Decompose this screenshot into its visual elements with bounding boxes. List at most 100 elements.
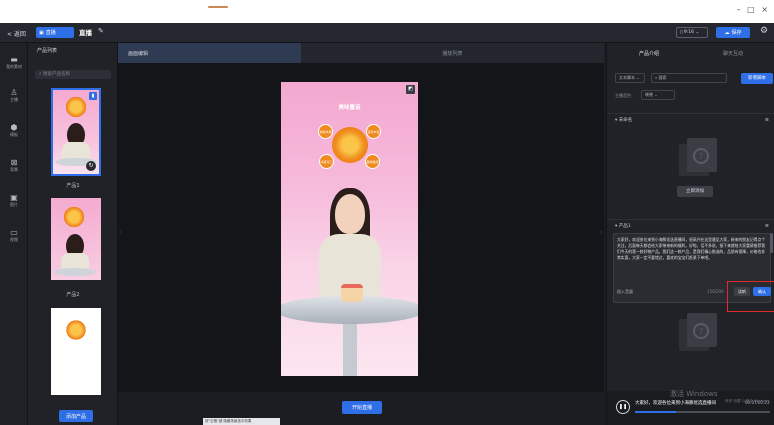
screenshot-icon[interactable]: ◩ (406, 85, 415, 94)
folder-icon: ▬ (10, 55, 18, 64)
section-menu-icon[interactable]: ▪ (765, 222, 769, 229)
tab-canvas-edit[interactable]: 画面编辑 (118, 43, 301, 63)
background-icon: ⊠ (10, 158, 18, 167)
product-label-1: 产品1 (66, 183, 80, 189)
cloud-icon: ☁ (724, 29, 730, 36)
select-value: 晓晓 (645, 92, 653, 97)
back-button[interactable]: < 返回 (7, 29, 26, 38)
tab-chat-interaction[interactable]: 聊天互动 (691, 43, 774, 63)
template-icon: ⬢ (10, 123, 18, 132)
host-voice-label: 主播音色： (615, 93, 635, 98)
nav-label: 背景 (10, 167, 18, 172)
save-button[interactable]: ☁ 保存 (716, 27, 750, 38)
nav-item-image[interactable]: ▣ 图片 (0, 193, 28, 208)
question-icon: ? (693, 148, 709, 164)
collapse-right-icon[interactable]: › (600, 229, 602, 236)
insert-volume-select[interactable]: 插入音量 (617, 289, 633, 295)
product-thumb-1[interactable]: ▮ ↻ (51, 88, 101, 176)
nav-label: 图片 (10, 202, 18, 207)
product-label-2: 产品2 (66, 292, 80, 298)
section-title: 未命名 (618, 118, 633, 123)
phone-icon: ▯ (680, 30, 683, 35)
resolution-select[interactable]: ▯ 9:16 ⌄ (676, 27, 708, 38)
char-counter: 156/200 (707, 289, 724, 294)
project-name: 直播 (79, 29, 92, 37)
orange-graphic (65, 96, 87, 118)
empty-placeholder: ? (679, 313, 719, 353)
person-icon: ♙ (10, 88, 18, 97)
script-search-input[interactable]: ⌕ 搜索 (651, 73, 727, 83)
tab-product-intro[interactable]: 产品介绍 (607, 43, 691, 63)
live-badge: ▣ 直播 (36, 27, 74, 38)
nav-item-video[interactable]: ▭ 视频 (0, 228, 28, 243)
host-voice-select[interactable]: 晓晓 ⌄ (641, 90, 675, 100)
new-script-button[interactable]: 新增脚本 (741, 73, 773, 84)
nav-label: 我的素材 (6, 64, 22, 69)
add-now-button[interactable]: 立即添加 (677, 186, 713, 197)
section-menu-icon[interactable]: ▪ (765, 116, 769, 123)
refresh-icon[interactable]: ↻ (86, 161, 96, 171)
confirm-button[interactable]: 确认 (753, 287, 771, 296)
window-controls[interactable]: – □ × (737, 5, 770, 14)
nav-item-template[interactable]: ⬢ 模板 (0, 123, 28, 138)
bubble-2: 营养丰富 (366, 124, 381, 139)
save-label: 保存 (731, 30, 742, 36)
section-unnamed[interactable]: ▾ 未命名 ▪ (607, 113, 774, 125)
nav-label: 主播 (10, 97, 18, 102)
product-search-input[interactable]: ⌕ 搜索产品名称 (35, 70, 111, 79)
product-thumb-3[interactable] (51, 308, 101, 395)
panel-title: 产品列表 (37, 48, 58, 54)
orange-slice-graphic (332, 127, 368, 163)
title-grip[interactable] (208, 6, 228, 8)
tab-playlist[interactable]: 播放列表 (301, 43, 604, 63)
nav-item-anchor[interactable]: ♙ 主播 (0, 88, 28, 103)
table-graphic (54, 268, 96, 276)
windows-watermark-sub: 转到"设置"以激活 Windows。 (725, 399, 773, 403)
section-product-1[interactable]: ▾ 产品1 ▪ (607, 219, 774, 231)
nav-label: 视频 (10, 237, 18, 242)
video-icon: ▭ (10, 228, 18, 237)
nav-item-my-assets[interactable]: ▬ 我的素材 (0, 55, 28, 70)
right-panel: 产品介绍 聊天互动 文本脚本 ⌄ ⌕ 搜索 新增脚本 主播音色： 晓晓 ⌄ ▾ … (606, 43, 774, 425)
search-placeholder: 搜索 (658, 75, 667, 80)
search-placeholder: 搜索产品名称 (42, 72, 70, 77)
scrollbar[interactable] (770, 233, 773, 253)
nav-item-background[interactable]: ⊠ 背景 (0, 158, 28, 173)
product-thumb-2[interactable] (51, 198, 101, 280)
anchor-face (335, 194, 365, 234)
collapse-left-icon[interactable]: ‹ (119, 229, 121, 236)
badge-label: 直播 (45, 30, 56, 36)
listen-button[interactable]: 试听 (734, 287, 750, 296)
window-titlebar (0, 0, 774, 23)
canvas-title: 美味童话 (338, 105, 361, 111)
highlight-frame (727, 281, 774, 312)
add-product-button[interactable]: 添加产品 (59, 410, 93, 422)
space-hint: 按"空格"键 隐藏场景选中效果 (203, 418, 280, 425)
pause-icon[interactable]: ❚❚ (616, 400, 630, 414)
cake-prop (341, 284, 363, 302)
progress-fill (635, 411, 676, 413)
center-tabs: 画面编辑 播放列表 (118, 43, 604, 63)
progress-track[interactable] (635, 411, 770, 413)
delete-icon[interactable]: ▮ (89, 92, 97, 100)
bubble-1: 新鲜水果 (318, 124, 333, 139)
image-icon: ▣ (10, 193, 18, 202)
resolution-value: 9:16 (683, 30, 695, 35)
chevron-down-icon: ⌄ (654, 92, 658, 97)
tv-icon: ▣ (39, 29, 44, 36)
script-type-select[interactable]: 文本脚本 ⌄ (615, 73, 645, 83)
chevron-down-icon: ⌄ (695, 30, 700, 35)
edit-name-icon[interactable]: ✎ (98, 27, 104, 35)
start-live-button[interactable]: 开始直播 (342, 401, 382, 414)
chevron-down-icon: ⌄ (636, 75, 640, 80)
question-icon: ? (693, 323, 709, 339)
table-leg (343, 318, 357, 376)
settings-gear-icon[interactable]: ⚙ (760, 26, 768, 36)
bubble-3: 冰爽可口 (319, 154, 334, 169)
empty-placeholder: ? (679, 138, 719, 178)
orange-graphic (65, 320, 87, 340)
product-list-panel: 产品列表 ⌕ 搜索产品名称 ▮ ↻ 产品1 产品2 添加产品 (28, 43, 118, 425)
left-nav: ▬ 我的素材 ♙ 主播 ⬢ 模板 ⊠ 背景 ▣ 图片 ▭ 视频 (0, 43, 28, 425)
orange-graphic (63, 206, 85, 228)
live-canvas[interactable]: ◩ 美味童话 新鲜水果 营养丰富 冰爽可口 美味健康 (281, 82, 418, 376)
